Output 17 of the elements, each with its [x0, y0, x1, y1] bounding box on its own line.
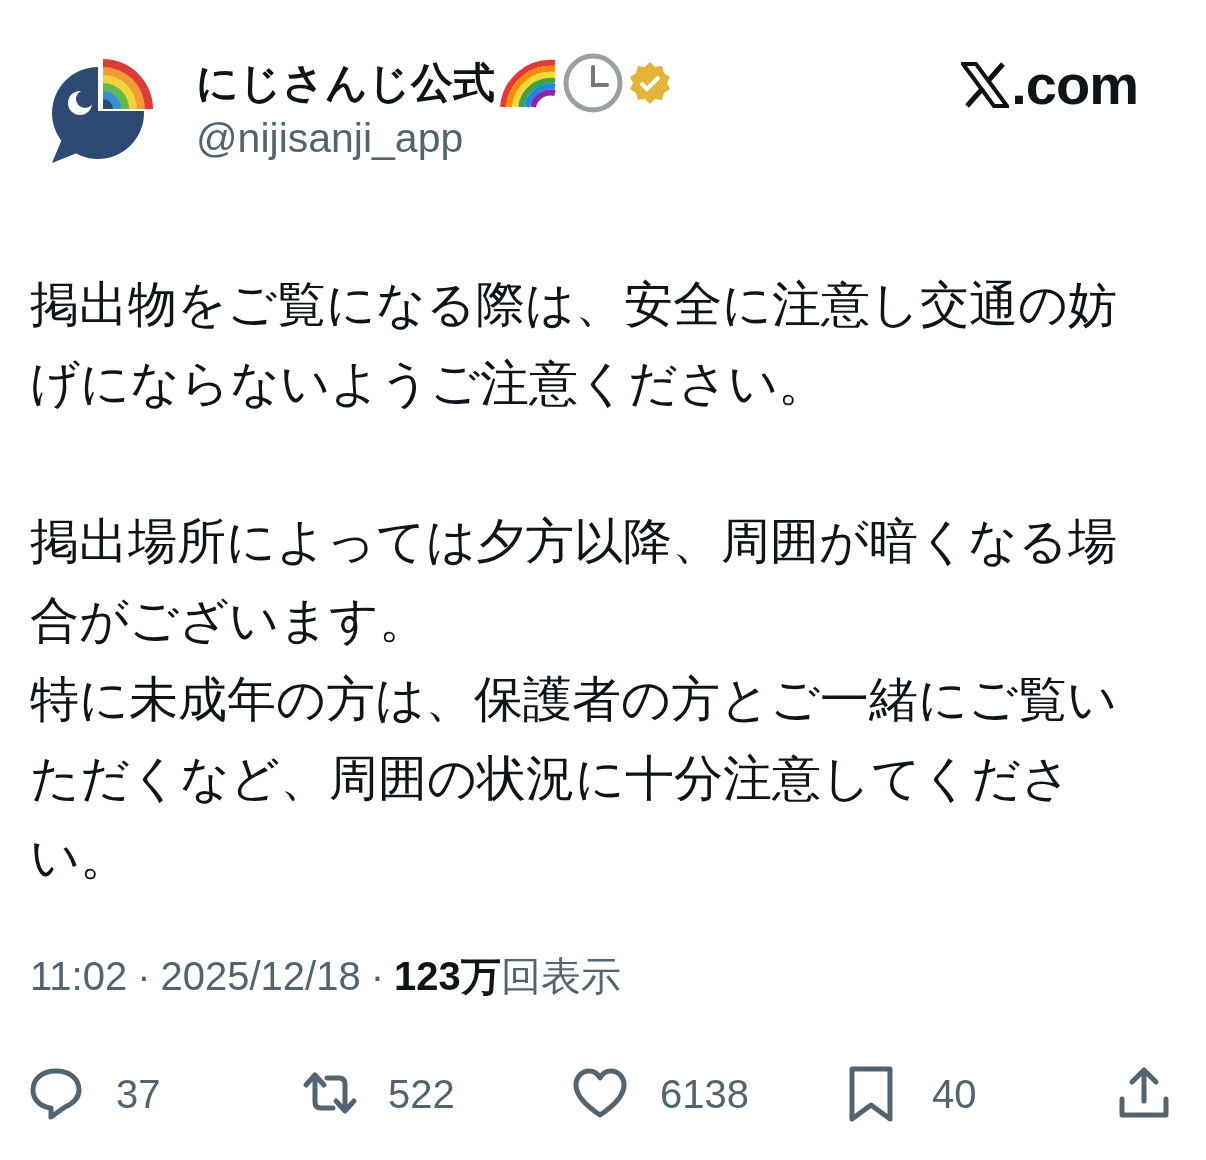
clock-icon: [563, 52, 623, 113]
post-paragraph: 特に未成年の方は、保護者の方とご一緒にご覧いただくなど、周囲の状況に十分注意してください。: [30, 671, 1118, 886]
display-name[interactable]: にじさんじ公式: [196, 54, 495, 111]
post-timestamp: 11:02: [30, 954, 128, 999]
separator-dot: ·: [370, 954, 384, 999]
view-count[interactable]: 123万回表示: [394, 949, 621, 1004]
user-handle[interactable]: @nijisanji_app: [196, 114, 673, 162]
post-paragraph: 掲出物をご覧になる際は、安全に注意し交通の妨げにならないようご注意ください。: [30, 276, 1118, 412]
action-count: 40: [932, 1071, 977, 1117]
action-count: 37: [116, 1071, 161, 1117]
action-count: 6138: [660, 1071, 749, 1117]
separator-dot: ·: [137, 954, 151, 999]
post-timestamp: 2025/12/18: [160, 954, 361, 999]
brand-domain: .com: [1011, 52, 1138, 117]
x-logo-icon: [961, 61, 1010, 108]
action-count: 522: [388, 1071, 455, 1117]
post-paragraph: 掲出場所によっては夕方以降、周囲が暗くなる場合がございます。: [30, 513, 1118, 649]
